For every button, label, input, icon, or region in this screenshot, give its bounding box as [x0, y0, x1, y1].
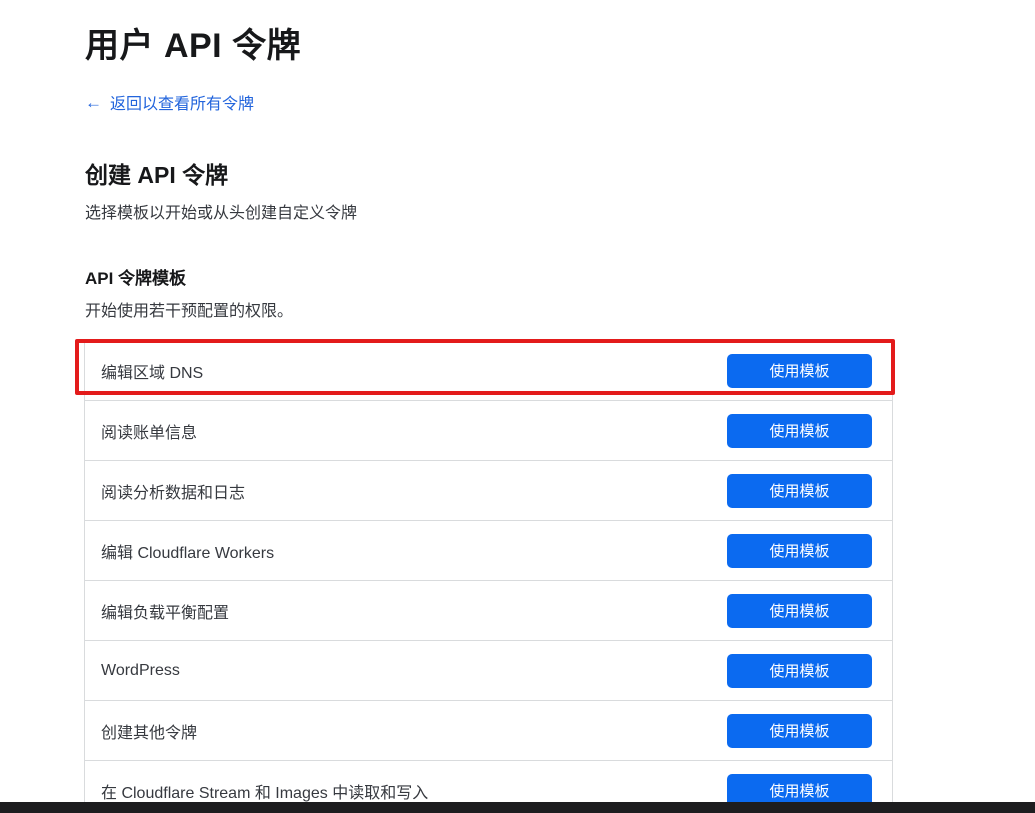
use-template-button[interactable]: 使用模板 [727, 474, 872, 508]
template-row-edit-zone-dns: 编辑区域 DNS 使用模板 [85, 341, 892, 401]
template-name: 编辑 Cloudflare Workers [101, 539, 274, 563]
page-container: 用户 API 令牌 ← 返回以查看所有令牌 创建 API 令牌 选择模板以开始或… [0, 0, 1035, 813]
back-link-label: 返回以查看所有令牌 [110, 90, 254, 114]
page-title: 用户 API 令牌 [85, 18, 301, 67]
template-row-create-additional-tokens: 创建其他令牌 使用模板 [85, 701, 892, 761]
use-template-button[interactable]: 使用模板 [727, 534, 872, 568]
templates-heading: API 令牌模板 [85, 264, 186, 289]
template-name: 编辑区域 DNS [101, 359, 203, 383]
back-link[interactable]: ← 返回以查看所有令牌 [85, 90, 254, 114]
template-table: 编辑区域 DNS 使用模板 阅读账单信息 使用模板 阅读分析数据和日志 使用模板… [84, 340, 893, 813]
template-row-wordpress: WordPress 使用模板 [85, 641, 892, 701]
use-template-button[interactable]: 使用模板 [727, 594, 872, 628]
templates-subtitle: 开始使用若干预配置的权限。 [85, 297, 293, 321]
template-name: 创建其他令牌 [101, 719, 197, 743]
template-name: 编辑负载平衡配置 [101, 599, 229, 623]
template-row-read-analytics-logs: 阅读分析数据和日志 使用模板 [85, 461, 892, 521]
use-template-button[interactable]: 使用模板 [727, 654, 872, 688]
back-arrow-icon: ← [85, 94, 102, 111]
template-name: 在 Cloudflare Stream 和 Images 中读取和写入 [101, 779, 428, 803]
template-name: 阅读分析数据和日志 [101, 479, 245, 503]
use-template-button[interactable]: 使用模板 [727, 414, 872, 448]
create-token-heading: 创建 API 令牌 [85, 156, 228, 190]
template-row-read-billing: 阅读账单信息 使用模板 [85, 401, 892, 461]
use-template-button[interactable]: 使用模板 [727, 354, 872, 388]
bottom-window-edge-bar [0, 802, 1035, 813]
use-template-button[interactable]: 使用模板 [727, 714, 872, 748]
template-row-edit-workers: 编辑 Cloudflare Workers 使用模板 [85, 521, 892, 581]
template-name: 阅读账单信息 [101, 419, 197, 443]
template-name: WordPress [101, 662, 180, 680]
create-token-subtitle: 选择模板以开始或从头创建自定义令牌 [85, 199, 357, 223]
template-row-edit-load-balancing: 编辑负载平衡配置 使用模板 [85, 581, 892, 641]
